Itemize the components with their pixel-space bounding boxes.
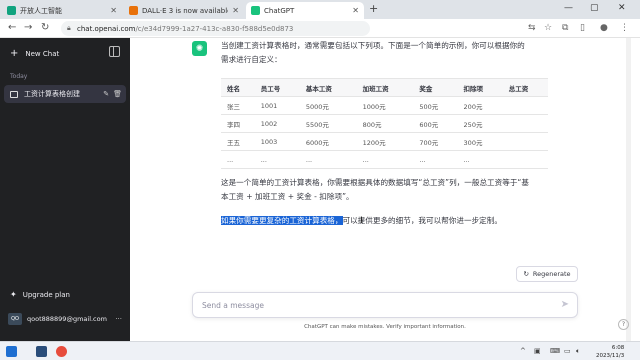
send-icon[interactable]: ➤ — [561, 299, 569, 310]
sidebar: + New Chat Today 工资计算表格创建 ✎ 🗑︎ ✦ Upgrade… — [0, 38, 130, 341]
close-icon[interactable]: ✕ — [232, 6, 239, 15]
tab-dalle[interactable]: DALL·E 3 is now available in C ✕ — [124, 2, 244, 19]
back-arrow-icon[interactable]: ← — [8, 22, 16, 33]
table-row: 王五 1003 6000元 1200元 700元 300元 — [221, 132, 548, 151]
more-options-icon[interactable]: ··· — [115, 315, 122, 323]
tab-openai-cn[interactable]: 开放人工智能 ✕ — [2, 2, 122, 19]
selected-text[interactable]: 如果你需要更复杂的工资计算表格， — [221, 216, 343, 225]
browser-window: 开放人工智能 ✕ DALL·E 3 is now available in C … — [0, 0, 640, 360]
salary-table: 姓名 员工号 基本工资 加班工资 奖金 扣除项 总工资 张三 1001 5000元 1… — [221, 78, 548, 169]
dalle-favicon-icon — [129, 6, 138, 15]
reload-icon[interactable]: ↻ — [41, 22, 49, 33]
message-input[interactable]: Send a message ➤ — [192, 292, 578, 318]
avatar: QO — [8, 313, 22, 325]
tab-chatgpt[interactable]: ChatGPT ✕ — [246, 2, 364, 19]
column-header: 基本工资 — [299, 78, 357, 97]
sidebar-chat-item[interactable]: 工资计算表格创建 ✎ 🗑︎ — [4, 85, 126, 103]
keyboard-icon[interactable]: ⌨ — [550, 347, 560, 355]
network-icon[interactable]: ▭ — [564, 347, 571, 355]
menu-kebab-icon[interactable]: ⋮ — [620, 23, 629, 33]
minimize-icon[interactable]: — — [564, 3, 573, 13]
assistant-final-line: 如果你需要更复杂的工资计算表格，可以提供更多的细节，我可以帮你进一步定制。 — [221, 216, 502, 225]
app-icon[interactable] — [36, 346, 47, 357]
address-bar-row: ← → ↻ 🔒︎ chat.openai.com/c/e34d7999-1a27… — [0, 19, 640, 38]
window-close-icon[interactable]: ✕ — [618, 3, 626, 13]
address-field[interactable]: 🔒︎ chat.openai.com/c/e34d7999-1a27-413c-… — [61, 21, 370, 36]
chatgpt-favicon-icon — [251, 6, 260, 15]
volume-icon[interactable]: 🔈︎ — [576, 347, 580, 356]
disclaimer-text: ChatGPT can make mistakes. Verify import… — [304, 324, 466, 330]
system-clock[interactable]: 6:08 2023/11/3 — [596, 344, 624, 360]
scrollbar[interactable] — [626, 38, 631, 341]
lock-icon: 🔒︎ — [67, 24, 71, 32]
sidebar-toggle-icon[interactable] — [109, 46, 120, 57]
assistant-outro: 这是一个简单的工资计算表格，你需要根据具体的数据填写“总工资”列，一般总工资等于… — [221, 178, 529, 201]
close-icon[interactable]: ✕ — [352, 6, 359, 15]
sidepanel-icon[interactable]: ▯ — [580, 23, 585, 33]
column-header: 姓名 — [221, 78, 255, 97]
tray-app-icon[interactable]: ▣ — [534, 347, 541, 355]
extensions-icon[interactable]: ⧉ — [562, 23, 568, 33]
profile-icon[interactable]: ● — [600, 23, 608, 33]
bookmark-star-icon[interactable]: ☆ — [544, 23, 552, 33]
trash-icon[interactable]: 🗑︎ — [113, 90, 122, 98]
translate-icon[interactable]: ⇆ — [528, 23, 536, 33]
openai-favicon-icon — [7, 6, 16, 15]
close-icon[interactable]: ✕ — [110, 6, 117, 15]
upgrade-plan-button[interactable]: ✦ Upgrade plan — [10, 290, 70, 299]
column-header: 奖金 — [413, 78, 458, 97]
user-email: qoot888899@gmail.com — [27, 315, 107, 323]
table-header-row: 姓名 员工号 基本工资 加班工资 奖金 扣除项 总工资 — [221, 78, 548, 97]
tab-strip: 开放人工智能 ✕ DALL·E 3 is now available in C … — [0, 0, 640, 19]
edit-pencil-icon[interactable]: ✎ — [103, 90, 109, 98]
sparkle-icon: ✦ — [10, 290, 17, 299]
chrome-icon[interactable] — [56, 346, 67, 357]
column-header: 总工资 — [502, 78, 548, 97]
text-cursor-icon: I — [360, 216, 363, 226]
column-header: 员工号 — [254, 78, 300, 97]
taskbar: ^ ▣ ⌨ ▭ 🔈︎ 6:08 2023/11/3 — [0, 341, 640, 360]
forward-arrow-icon[interactable]: → — [24, 22, 32, 33]
tray-arrow-icon[interactable]: ^ — [520, 347, 526, 355]
table-row: 张三 1001 5000元 1000元 500元 200元 — [221, 96, 548, 115]
chatgpt-logo-icon: ✺ — [192, 41, 207, 56]
new-chat-button[interactable]: + New Chat — [4, 43, 108, 64]
maximize-icon[interactable]: ▢ — [590, 3, 599, 13]
chat-main: ✺ 当创建工资计算表格时，通常需要包括以下列项。下面是一个简单的示例，你可以根据… — [130, 38, 640, 341]
table-row: .................. — [221, 150, 548, 169]
table-row: 李四 1002 5500元 800元 600元 250元 — [221, 114, 548, 133]
refresh-icon: ↻ — [523, 270, 529, 278]
new-tab-button[interactable]: + — [369, 2, 378, 15]
assistant-intro: 当创建工资计算表格时，通常需要包括以下列项。下面是一个简单的示例，你可以根据你的… — [221, 41, 525, 64]
plus-icon: + — [10, 48, 19, 59]
section-today-label: Today — [10, 73, 28, 80]
chat-bubble-icon — [10, 90, 18, 98]
user-menu[interactable]: QO qoot888899@gmail.com ··· — [4, 310, 126, 328]
windows-start-icon[interactable] — [6, 346, 17, 357]
regenerate-button[interactable]: ↻ Regenerate — [516, 266, 578, 282]
help-icon[interactable]: ? — [618, 319, 629, 330]
column-header: 加班工资 — [356, 78, 414, 97]
column-header: 扣除项 — [457, 78, 503, 97]
